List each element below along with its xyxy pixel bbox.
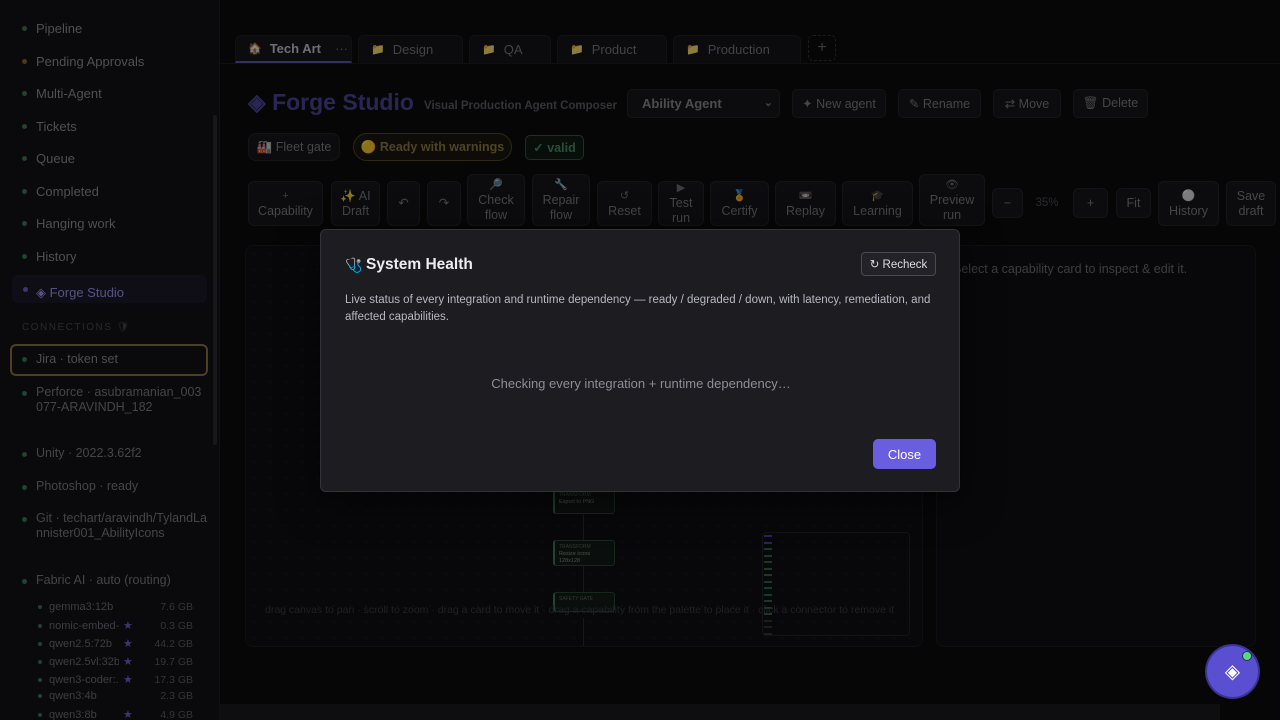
stethoscope-icon: 🩺 bbox=[345, 257, 363, 273]
system-health-dialog: 🩺 System Health ↻ Recheck Live status of… bbox=[320, 229, 960, 492]
dialog-description: Live status of every integration and run… bbox=[345, 294, 931, 323]
online-indicator bbox=[1242, 651, 1252, 661]
dialog-title: System Health bbox=[366, 256, 473, 273]
loading-status: Checking every integration + runtime dep… bbox=[491, 376, 791, 391]
close-button[interactable]: Close bbox=[873, 439, 936, 469]
diamond-icon: ◈ bbox=[1224, 661, 1241, 683]
recheck-button[interactable]: ↻ Recheck bbox=[861, 252, 936, 276]
